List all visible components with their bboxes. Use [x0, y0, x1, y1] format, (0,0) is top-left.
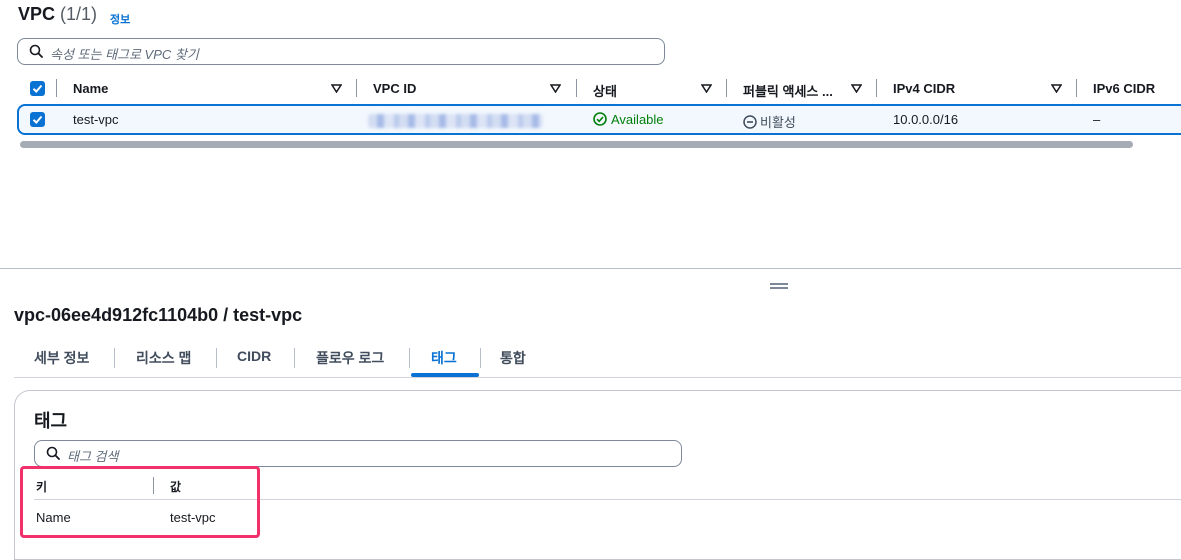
public-access-value: 비활성 [743, 112, 796, 131]
tab-separator [216, 348, 217, 368]
tab-details[interactable]: 세부 정보 [34, 348, 89, 368]
tab-separator [294, 348, 295, 368]
column-header-vpc-id[interactable]: VPC ID [373, 81, 416, 96]
checkbox-checked-icon [32, 115, 43, 124]
vpc-title-text: VPC [18, 4, 56, 24]
select-all-checkbox[interactable] [30, 81, 45, 96]
vpc-search-input[interactable]: 속성 또는 태그로 VPC 찾기 [17, 38, 665, 65]
column-separator[interactable] [876, 79, 877, 97]
column-header-status[interactable]: 상태 [593, 81, 617, 100]
sort-caret-icon[interactable] [701, 84, 712, 93]
tabs-divider [14, 377, 1181, 378]
sort-caret-icon[interactable] [1051, 84, 1062, 93]
sort-caret-icon[interactable] [331, 84, 342, 93]
tab-separator [114, 348, 115, 368]
search-icon [46, 446, 60, 460]
search-icon [29, 44, 43, 58]
tab-separator [480, 348, 481, 368]
row-name[interactable]: test-vpc [73, 112, 119, 127]
column-separator[interactable] [726, 79, 727, 97]
sort-caret-icon[interactable] [851, 84, 862, 93]
status-disabled-icon [743, 115, 757, 129]
column-header-ipv6-cidr[interactable]: IPv6 CIDR [1093, 81, 1155, 96]
column-header-ipv4-cidr[interactable]: IPv4 CIDR [893, 81, 955, 96]
panel-divider [0, 268, 1181, 269]
tag-search-input[interactable]: 태그 검색 [34, 440, 682, 467]
column-separator[interactable] [1076, 79, 1077, 97]
vpc-search-placeholder: 속성 또는 태그로 VPC 찾기 [50, 47, 199, 62]
horizontal-scrollbar[interactable] [20, 141, 1133, 148]
ipv6-cidr-value: – [1093, 112, 1101, 127]
status-badge: Available [593, 112, 664, 127]
row-checkbox[interactable] [30, 112, 45, 127]
annotation-highlight-box [20, 466, 260, 538]
column-separator[interactable] [576, 79, 577, 97]
tab-separator [409, 348, 410, 368]
public-access-text: 비활성 [760, 115, 796, 130]
vpc-id-redacted [368, 114, 543, 128]
info-link[interactable]: 정보 [110, 11, 130, 27]
column-separator [56, 79, 57, 97]
detail-title: vpc-06ee4d912fc1104b0 / test-vpc [14, 305, 303, 325]
resize-grip-icon[interactable] [770, 283, 788, 289]
tab-tags[interactable]: 태그 [431, 348, 457, 368]
tab-integrations[interactable]: 통합 [500, 348, 526, 368]
column-header-name[interactable]: Name [73, 81, 108, 96]
column-separator[interactable] [356, 79, 357, 97]
column-header-public-access[interactable]: 퍼블릭 액세스 ... [743, 81, 833, 100]
status-check-icon [593, 112, 607, 126]
tab-resource-map[interactable]: 리소스 맵 [136, 348, 191, 368]
tab-flow-logs[interactable]: 플로우 로그 [316, 348, 384, 368]
sort-caret-icon[interactable] [550, 84, 561, 93]
vpc-count: (1/1) [60, 4, 98, 24]
checkbox-checked-icon [32, 84, 43, 93]
tags-title: 태그 [34, 411, 68, 431]
status-text: Available [611, 112, 664, 127]
tag-search-placeholder: 태그 검색 [67, 449, 119, 464]
vpc-panel-title: VPC (1/1) [18, 4, 97, 25]
tab-cidr[interactable]: CIDR [237, 348, 271, 364]
ipv4-cidr-value: 10.0.0.0/16 [893, 112, 959, 127]
